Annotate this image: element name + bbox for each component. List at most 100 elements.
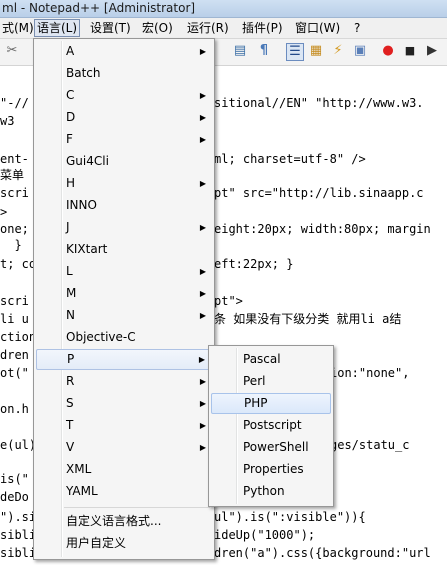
submenu-arrow-icon: ▶ (199, 113, 206, 122)
title-bar: ml - Notepad++ [Administrator] (0, 0, 447, 18)
submenu-item-php[interactable]: PHP (211, 393, 331, 414)
submenu-arrow-icon: ▶ (199, 179, 206, 188)
submenu-arrow-icon: ▶ (199, 311, 206, 320)
code-fragment: eft:22px; } (214, 257, 294, 271)
menu-item-label: P (67, 352, 75, 366)
window-title: ml - Notepad++ [Administrator] (2, 1, 196, 15)
menu-item-label: J (66, 220, 70, 234)
menu-item-p[interactable]: P ▶ (36, 349, 212, 370)
menu-item-inno[interactable]: INNO (36, 195, 212, 216)
menu-item-label: M (66, 286, 77, 300)
menu-run[interactable]: 运行(R) (185, 20, 231, 36)
menu-item-d[interactable]: D ▶ (36, 107, 212, 128)
menu-item-batch[interactable]: Batch (36, 63, 212, 84)
menu-item-kixtart[interactable]: KIXtart (36, 239, 212, 260)
code-line: on.h (0, 402, 29, 416)
code-fragment: sitional//EN" "http://www.w3. (214, 96, 424, 110)
document-map-icon[interactable]: ▦ (308, 43, 324, 59)
submenu-arrow-icon: ▶ (199, 443, 206, 452)
menu-item-objective-c[interactable]: Objective-C (36, 327, 212, 348)
menu-item-label: 自定义语言格式... (66, 514, 162, 528)
submenu-arrow-icon: ▶ (199, 223, 206, 232)
menu-item-label: KIXtart (66, 242, 108, 256)
menu-item-user-defined[interactable]: 用户自定义 (36, 533, 212, 554)
menu-language[interactable]: 语言(L) (34, 19, 81, 37)
menu-item-label: C (66, 88, 75, 102)
code-line: t; co (0, 257, 37, 271)
submenu-item-postscript[interactable]: Postscript (211, 415, 331, 436)
menu-item-l[interactable]: L ▶ (36, 261, 212, 282)
submenu-item-python[interactable]: Python (211, 481, 331, 502)
menu-item-gui4cli[interactable]: Gui4Cli (36, 151, 212, 172)
menu-item-label: A (66, 44, 75, 58)
submenu-item-pascal[interactable]: Pascal (211, 349, 331, 370)
macro-play-icon[interactable]: ▶ (424, 43, 440, 59)
menu-item-n[interactable]: N ▶ (36, 305, 212, 326)
code-fragment: ges/statu_c (330, 438, 410, 452)
macro-stop-icon[interactable]: ■ (402, 43, 418, 59)
menu-item-label: L (66, 264, 73, 278)
menu-window[interactable]: 窗口(W) (293, 20, 342, 36)
menu-item-label: T (66, 418, 74, 432)
menu-item-label: V (66, 440, 75, 454)
menu-bar: 式(M) 语言(L) 设置(T) 宏(O) 运行(R) 插件(P) 窗口(W) … (0, 18, 447, 39)
menu-item-c[interactable]: C ▶ (36, 85, 212, 106)
show-all-chars-icon[interactable]: ¶ (256, 43, 272, 59)
menu-item-label: Python (243, 484, 285, 498)
submenu-arrow-icon: ▶ (199, 267, 206, 276)
menu-item-j[interactable]: J ▶ (36, 217, 212, 238)
code-fragment: pt" src="http://lib.sinaapp.c (214, 186, 424, 200)
menu-item-h[interactable]: H ▶ (36, 173, 212, 194)
code-line: e(ul) (0, 438, 37, 452)
code-line: ot(" (0, 366, 29, 380)
code-fragment: 条 如果没有下级分类 就用li a结 (214, 312, 402, 326)
submenu-arrow-icon: ▶ (199, 91, 206, 100)
menu-item-label: R (66, 374, 75, 388)
menu-item-s[interactable]: S ▶ (36, 393, 212, 414)
menu-item-label: Perl (243, 374, 266, 388)
menu-item-label: Batch (66, 66, 101, 80)
submenu-arrow-icon: ▶ (198, 355, 205, 364)
menu-item-label: F (66, 132, 73, 146)
p-submenu: Pascal Perl PHP Postscript PowerShell Pr… (208, 345, 334, 507)
menu-item-label: D (66, 110, 76, 124)
submenu-item-properties[interactable]: Properties (211, 459, 331, 480)
menu-item-label: YAML (66, 484, 98, 498)
menu-separator (64, 507, 210, 508)
menu-item-label: H (66, 176, 76, 190)
code-line: w3 (0, 114, 15, 128)
menu-item-a[interactable]: A ▶ (36, 41, 212, 62)
menu-item-label: N (66, 308, 75, 322)
submenu-arrow-icon: ▶ (199, 399, 206, 408)
menu-format[interactable]: 式(M) (0, 20, 36, 36)
indent-guide-icon[interactable]: ☰ (286, 43, 304, 61)
menu-item-label: S (66, 396, 74, 410)
folder-icon[interactable]: ▣ (352, 43, 368, 59)
macro-record-icon[interactable]: ● (380, 43, 396, 59)
wrap-icon[interactable]: ▤ (232, 43, 248, 59)
scissors-icon[interactable]: ✂ (4, 43, 20, 59)
menu-item-label: 用户自定义 (66, 536, 127, 550)
menu-item-label: PHP (244, 396, 268, 410)
menu-item-yaml[interactable]: YAML (36, 481, 212, 502)
menu-item-label: Gui4Cli (66, 154, 109, 168)
submenu-item-perl[interactable]: Perl (211, 371, 331, 392)
menu-item-define-language[interactable]: 自定义语言格式... (36, 511, 212, 532)
function-list-icon[interactable]: ⚡ (330, 43, 346, 59)
submenu-item-powershell[interactable]: PowerShell (211, 437, 331, 458)
menu-item-r[interactable]: R ▶ (36, 371, 212, 392)
menu-macro[interactable]: 宏(O) (140, 20, 175, 36)
menu-plugins[interactable]: 插件(P) (240, 20, 285, 36)
menu-item-v[interactable]: V ▶ (36, 437, 212, 458)
menu-item-label: Pascal (243, 352, 281, 366)
menu-item-xml[interactable]: XML (36, 459, 212, 480)
menu-help[interactable]: ? (352, 20, 362, 36)
submenu-arrow-icon: ▶ (199, 289, 206, 298)
menu-settings[interactable]: 设置(T) (88, 20, 133, 36)
menu-item-label: Objective-C (66, 330, 136, 344)
code-fragment: dren("a").css({background:"url (214, 546, 431, 560)
menu-item-m[interactable]: M ▶ (36, 283, 212, 304)
menu-item-label: INNO (66, 198, 97, 212)
menu-item-f[interactable]: F ▶ (36, 129, 212, 150)
menu-item-t[interactable]: T ▶ (36, 415, 212, 436)
